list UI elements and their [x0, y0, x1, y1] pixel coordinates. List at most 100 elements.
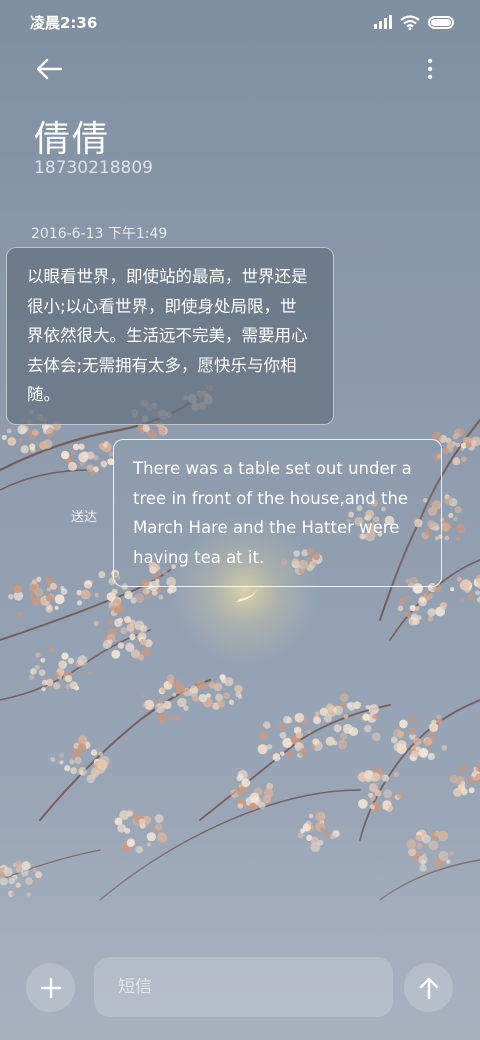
blossom: [31, 580, 37, 585]
blossom: [448, 512, 454, 518]
blossom: [424, 737, 434, 748]
blossom: [175, 684, 186, 695]
message-timestamp: 2016-6-13 下午1:49: [31, 226, 168, 242]
blossom: [259, 732, 268, 741]
blossom: [333, 705, 344, 716]
send-button[interactable]: [404, 963, 453, 1012]
blossom: [69, 759, 75, 765]
blossom: [339, 693, 349, 702]
blossom: [312, 738, 320, 746]
blossom: [439, 602, 448, 610]
more-vertical-icon: [427, 58, 433, 80]
blossom: [396, 791, 404, 799]
blossom: [127, 811, 133, 817]
blossom: [358, 799, 368, 809]
blossom: [453, 516, 458, 521]
blossom: [368, 704, 379, 715]
blossom: [160, 687, 166, 694]
blossom: [371, 732, 381, 741]
blossom: [100, 460, 106, 466]
blossom: [61, 652, 69, 660]
blossom: [408, 727, 417, 736]
blossom: [447, 441, 455, 449]
blossom: [35, 652, 41, 658]
blossom: [29, 674, 35, 680]
blossom: [41, 679, 48, 686]
blossom: [64, 765, 71, 772]
blossom: [452, 457, 461, 466]
blossom: [41, 686, 46, 692]
blossom: [7, 437, 17, 446]
blossom: [468, 787, 475, 794]
blossom: [35, 665, 40, 670]
blossom: [17, 611, 23, 618]
blossom: [93, 621, 99, 627]
plus-icon: [40, 977, 61, 998]
blossom: [459, 598, 464, 603]
blossom: [337, 739, 348, 750]
blossom: [234, 684, 243, 694]
status-bar: 凌晨2:36: [0, 0, 480, 44]
blossom: [307, 729, 312, 734]
blossom: [410, 716, 418, 724]
blossom: [31, 429, 39, 436]
attach-button[interactable]: [26, 963, 75, 1012]
blossom: [111, 649, 121, 659]
blossom: [175, 716, 181, 722]
blossom: [145, 592, 152, 600]
blossom: [264, 788, 274, 798]
blossom: [70, 767, 77, 775]
blossom: [278, 723, 286, 731]
blossom: [390, 736, 398, 744]
blossom: [362, 713, 370, 721]
signal-icon: [374, 15, 392, 29]
blossom: [20, 445, 29, 454]
blossom: [107, 619, 113, 625]
blossom: [460, 579, 471, 590]
blossom: [325, 703, 335, 712]
blossom: [453, 787, 463, 797]
blossom: [295, 731, 303, 739]
blossom: [313, 716, 321, 725]
blossom: [443, 495, 453, 505]
blossom: [412, 618, 420, 626]
blossom: [113, 607, 120, 614]
blossom: [126, 623, 135, 632]
blossom: [129, 633, 136, 641]
blossom: [405, 611, 412, 618]
blossom: [393, 771, 399, 778]
blossom: [167, 714, 175, 722]
blossom: [134, 593, 145, 604]
blossom: [455, 776, 465, 786]
status-time: 凌晨2:36: [30, 14, 98, 32]
blossom: [140, 625, 148, 633]
blossom: [257, 744, 268, 755]
blossom: [397, 740, 407, 750]
blossom: [461, 456, 467, 462]
blossom: [342, 723, 353, 734]
blossom: [272, 753, 281, 762]
received-message-bubble[interactable]: 以眼看世界，即使站的最高，世界还是很小;以心看世界，即使身处局限，世界依然很大。…: [6, 247, 334, 425]
blossom: [427, 608, 436, 617]
blossom: [97, 759, 108, 771]
blossom: [13, 584, 23, 594]
blossom: [455, 536, 461, 542]
blossom: [69, 681, 78, 690]
blossom: [20, 427, 27, 434]
blossom: [452, 433, 459, 440]
blossom: [404, 596, 410, 601]
message-input[interactable]: [94, 957, 393, 1017]
blossom: [34, 597, 40, 603]
blossom: [431, 719, 437, 725]
blossom: [192, 695, 199, 703]
back-button[interactable]: [34, 56, 64, 82]
blossom: [249, 802, 257, 811]
sent-message-bubble[interactable]: There was a table set out under a tree i…: [113, 439, 442, 587]
blossom: [86, 464, 94, 472]
back-arrow-icon: [36, 58, 63, 80]
blossom: [213, 682, 223, 692]
blossom: [332, 740, 338, 746]
blossom: [58, 660, 67, 669]
more-options-button[interactable]: [418, 56, 442, 82]
blossom: [459, 428, 465, 435]
